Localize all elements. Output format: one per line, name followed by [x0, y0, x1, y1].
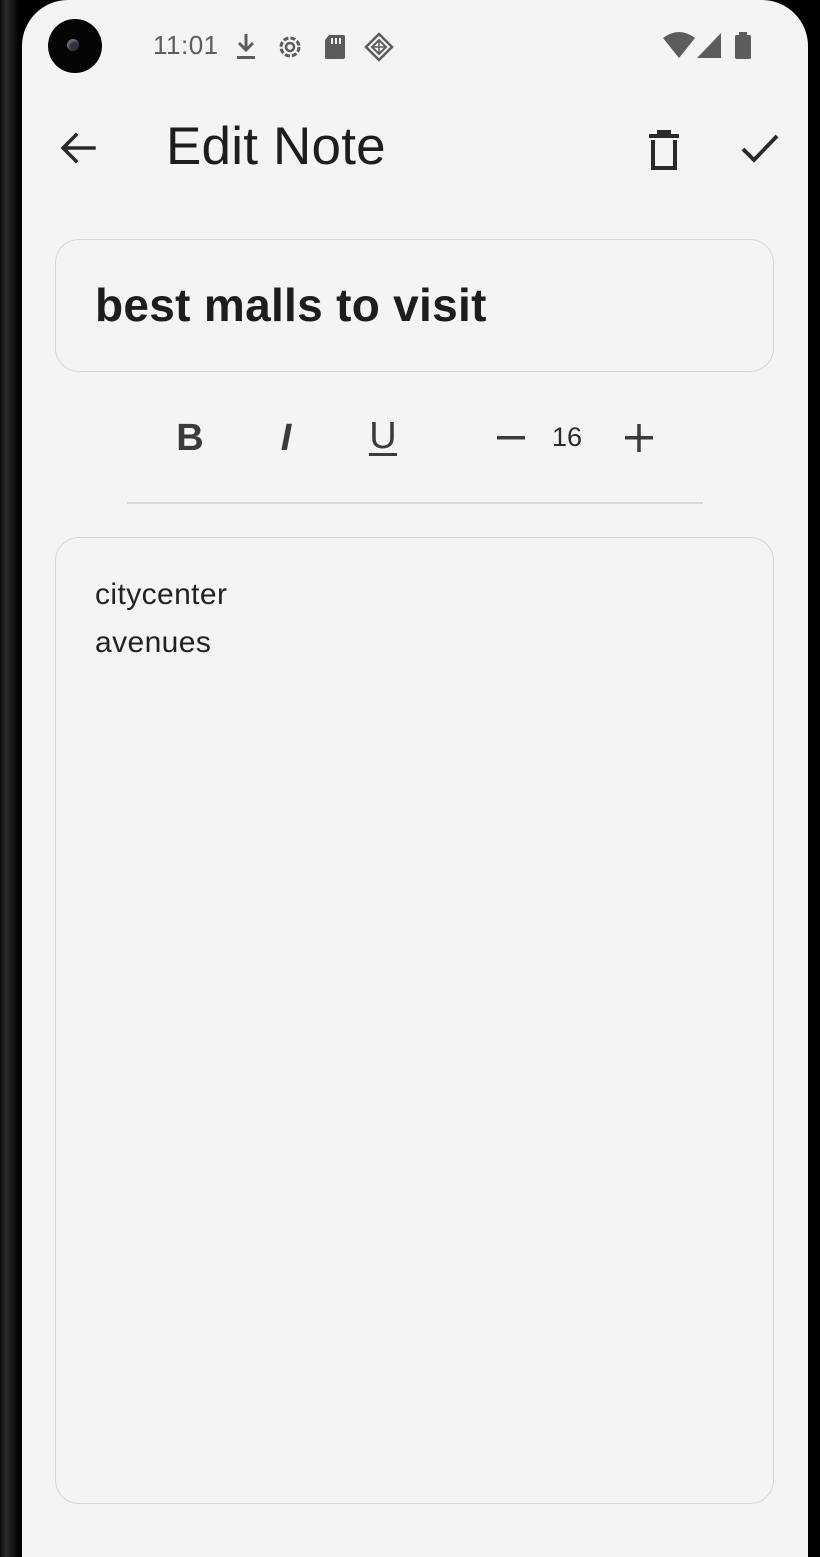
download-icon [237, 34, 255, 59]
underline-glyph: U [369, 415, 396, 457]
underline-button[interactable]: U [359, 414, 407, 462]
sd-card-icon [325, 35, 345, 59]
page-title: Edit Note [166, 117, 386, 176]
italic-glyph: I [281, 417, 293, 459]
format-bold-icon: B [176, 417, 203, 459]
app-diamond-icon [364, 32, 394, 62]
body-line: avenues [95, 626, 212, 659]
decrease-font-size-button[interactable] [487, 414, 535, 462]
status-time: 11:01 [153, 30, 219, 60]
toolbar-divider [127, 502, 703, 504]
italic-button[interactable]: I [262, 414, 310, 462]
wifi-icon [663, 32, 695, 58]
plus-icon [625, 424, 653, 452]
increase-font-size-button[interactable] [615, 414, 663, 462]
front-camera [48, 19, 102, 73]
body-line: citycenter [95, 578, 228, 611]
bold-glyph: B [176, 417, 203, 459]
format-underline-icon: U [369, 415, 397, 457]
arrow-back-icon[interactable] [56, 126, 100, 170]
format-italic-icon: I [281, 417, 293, 459]
bold-button[interactable]: B [166, 414, 214, 462]
check-icon[interactable] [738, 126, 782, 170]
screen: 11:01 Edit Note best malls to visit B I … [22, 0, 808, 1557]
cellular-signal-icon [697, 33, 721, 58]
note-body-text[interactable]: citycenter avenues [95, 571, 227, 667]
battery-icon [735, 32, 751, 59]
note-title-field[interactable]: best malls to visit [55, 239, 774, 372]
delete-icon[interactable] [642, 126, 686, 174]
font-size-value: 16 [552, 422, 583, 452]
settings-gear-icon [279, 36, 301, 58]
minus-icon [497, 436, 525, 440]
note-body-field[interactable]: citycenter avenues [55, 537, 774, 1504]
note-title-text[interactable]: best malls to visit [95, 278, 487, 332]
